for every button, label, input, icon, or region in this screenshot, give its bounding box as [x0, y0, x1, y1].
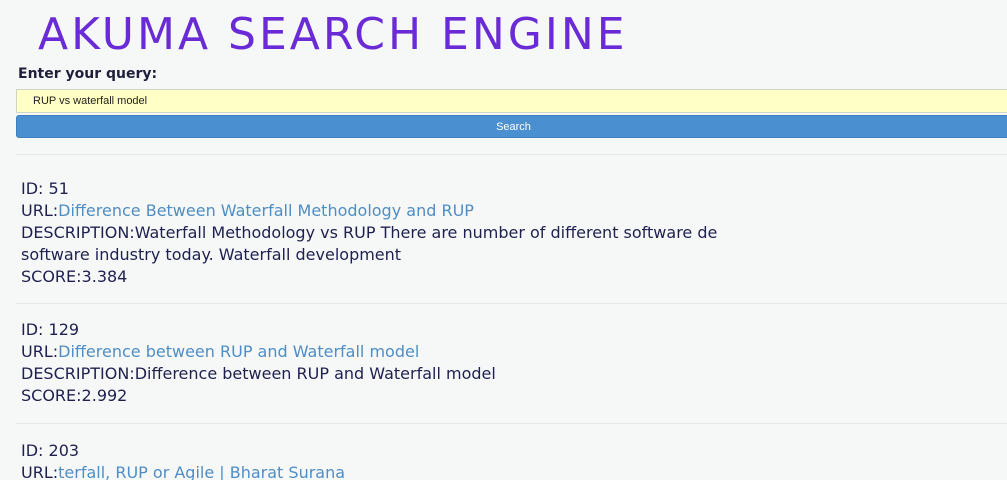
result-link[interactable]: Difference Between Waterfall Methodology…: [58, 201, 474, 220]
page-title: AKUMA SEARCH ENGINE: [38, 9, 628, 60]
query-label: Enter your query:: [18, 66, 158, 82]
search-page: AKUMA SEARCH ENGINE Enter your query: Se…: [0, 0, 1007, 480]
result-link[interactable]: terfall, RUP or Agile | Bharat Surana: [58, 463, 345, 480]
result-item: ID: 51 URL:Difference Between Waterfall …: [21, 178, 1007, 288]
result-url: URL:Difference Between Waterfall Methodo…: [21, 201, 474, 220]
result-item: ID: 203 URL:terfall, RUP or Agile | Bhar…: [21, 440, 1007, 480]
result-item: ID: 129 URL:Difference between RUP and W…: [21, 319, 1007, 407]
query-input[interactable]: [16, 89, 1007, 113]
result-score: SCORE:2.992: [21, 386, 128, 405]
divider: [16, 154, 1007, 155]
result-link[interactable]: Difference between RUP and Waterfall mod…: [58, 342, 419, 361]
result-description-continued: software industry today. Waterfall devel…: [21, 245, 402, 264]
result-description: DESCRIPTION:Waterfall Methodology vs RUP…: [21, 223, 718, 242]
result-score: SCORE:3.384: [21, 267, 128, 286]
result-description: DESCRIPTION:Difference between RUP and W…: [21, 364, 496, 383]
divider: [16, 303, 1007, 304]
result-id: ID: 51: [21, 179, 69, 198]
result-id: ID: 203: [21, 441, 80, 460]
divider: [16, 423, 1007, 424]
result-url: URL:Difference between RUP and Waterfall…: [21, 342, 420, 361]
result-url: URL:terfall, RUP or Agile | Bharat Suran…: [21, 463, 346, 480]
search-button[interactable]: Search: [16, 115, 1007, 138]
result-id: ID: 129: [21, 320, 80, 339]
